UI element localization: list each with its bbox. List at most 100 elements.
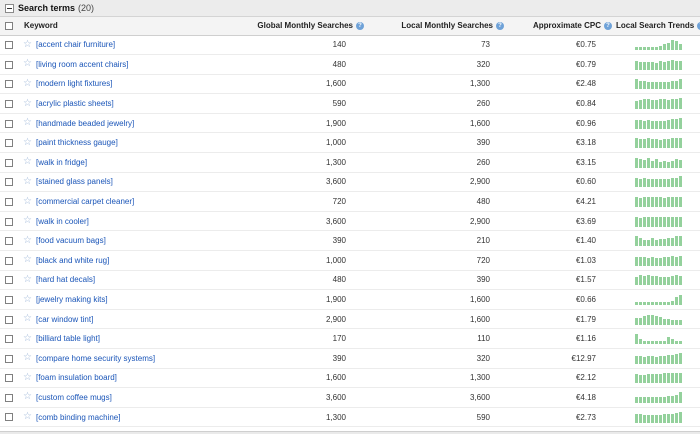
help-icon[interactable]: ? bbox=[496, 22, 504, 31]
column-header-global[interactable]: Global Monthly Searches? bbox=[208, 17, 368, 36]
row-checkbox[interactable] bbox=[5, 158, 13, 167]
row-checkbox[interactable] bbox=[5, 276, 13, 285]
row-checkbox[interactable] bbox=[5, 295, 13, 304]
trend-bar bbox=[662, 216, 666, 227]
keyword-link[interactable]: [accent chair furniture] bbox=[36, 40, 115, 49]
trend-bar bbox=[658, 82, 662, 90]
keyword-link[interactable]: [compare home security systems] bbox=[36, 354, 155, 363]
keyword-cell: ☆ [accent chair furniture] bbox=[18, 35, 208, 55]
keyword-link[interactable]: [modern light fixtures] bbox=[36, 79, 112, 88]
star-icon[interactable]: ☆ bbox=[23, 392, 32, 402]
star-icon[interactable]: ☆ bbox=[23, 353, 32, 363]
keyword-cell: ☆ [living room accent chairs] bbox=[18, 55, 208, 75]
star-icon[interactable]: ☆ bbox=[23, 98, 32, 109]
star-icon[interactable]: ☆ bbox=[23, 216, 32, 226]
star-icon[interactable]: ☆ bbox=[23, 314, 32, 324]
star-icon[interactable]: ☆ bbox=[23, 294, 32, 305]
trend-bar bbox=[650, 47, 654, 51]
table-row: ☆ [accent chair furniture] 140 73 €0.75 bbox=[0, 35, 700, 55]
star-icon[interactable]: ☆ bbox=[23, 118, 32, 128]
trend-bar bbox=[638, 275, 642, 286]
column-header-trends[interactable]: Local Search Trends? bbox=[616, 17, 700, 36]
keyword-link[interactable]: [car window tint] bbox=[36, 315, 93, 324]
star-icon[interactable]: ☆ bbox=[23, 372, 32, 383]
keyword-link[interactable]: [billiard table light] bbox=[36, 334, 100, 343]
row-checkbox[interactable] bbox=[5, 393, 13, 402]
trend-bar bbox=[662, 179, 666, 188]
keyword-link[interactable]: [handmade beaded jewelry] bbox=[36, 119, 134, 128]
row-checkbox[interactable] bbox=[5, 80, 13, 89]
star-icon[interactable]: ☆ bbox=[23, 333, 32, 344]
keyword-link[interactable]: [custom coffee mugs] bbox=[36, 393, 112, 402]
row-checkbox[interactable] bbox=[5, 217, 13, 226]
column-header-keyword[interactable]: Keyword bbox=[18, 17, 208, 36]
star-icon[interactable]: ☆ bbox=[23, 157, 32, 167]
collapse-icon[interactable] bbox=[5, 3, 14, 13]
row-checkbox[interactable] bbox=[5, 119, 13, 128]
keyword-cell: ☆ [hard hat decals] bbox=[18, 270, 208, 290]
keyword-link[interactable]: [acrylic plastic sheets] bbox=[36, 99, 114, 108]
row-checkbox[interactable] bbox=[5, 315, 13, 324]
trend-bar bbox=[654, 276, 658, 286]
star-icon[interactable]: ☆ bbox=[23, 39, 32, 50]
star-icon[interactable]: ☆ bbox=[23, 196, 32, 207]
help-icon[interactable]: ? bbox=[356, 22, 364, 31]
global-searches-cell: 3,600 bbox=[325, 392, 346, 402]
trend-bar bbox=[638, 355, 642, 364]
row-checkbox[interactable] bbox=[5, 374, 13, 383]
help-icon[interactable]: ? bbox=[604, 22, 612, 31]
trend-bar bbox=[642, 47, 646, 51]
keyword-link[interactable]: [foam insulation board] bbox=[36, 373, 117, 382]
row-checkbox[interactable] bbox=[5, 99, 13, 108]
keyword-link[interactable]: [living room accent chairs] bbox=[36, 60, 128, 69]
star-icon[interactable]: ☆ bbox=[23, 176, 32, 187]
row-checkbox[interactable] bbox=[5, 237, 13, 246]
star-icon[interactable]: ☆ bbox=[23, 255, 32, 265]
trend-bar bbox=[658, 414, 662, 423]
keyword-link[interactable]: [jewelry making kits] bbox=[36, 295, 108, 304]
keyword-link[interactable]: [hard hat decals] bbox=[36, 275, 95, 284]
trend-bar bbox=[638, 339, 642, 345]
trend-cell bbox=[616, 270, 700, 290]
select-all-checkbox[interactable] bbox=[5, 22, 13, 31]
trend-bar bbox=[634, 178, 638, 188]
star-icon[interactable]: ☆ bbox=[23, 78, 32, 89]
keyword-link[interactable]: [stained glass panels] bbox=[36, 177, 113, 186]
keyword-link[interactable]: [food vacuum bags] bbox=[36, 236, 106, 245]
star-icon[interactable]: ☆ bbox=[23, 59, 32, 69]
row-checkbox[interactable] bbox=[5, 178, 13, 187]
trend-bar bbox=[674, 158, 678, 168]
keyword-cell: ☆ [commercial carpet cleaner] bbox=[18, 192, 208, 212]
keyword-link[interactable]: [walk in fridge] bbox=[36, 158, 87, 167]
star-icon[interactable]: ☆ bbox=[23, 412, 32, 422]
keyword-link[interactable]: [comb binding machine] bbox=[36, 413, 121, 422]
column-header-trends-label: Local Search Trends bbox=[616, 21, 695, 31]
star-icon[interactable]: ☆ bbox=[23, 274, 32, 285]
star-icon[interactable]: ☆ bbox=[23, 137, 32, 148]
keyword-link[interactable]: [walk in cooler] bbox=[36, 217, 89, 226]
row-select-cell bbox=[0, 368, 18, 388]
trend-bar bbox=[654, 100, 658, 110]
column-header-cpc[interactable]: Approximate CPC? bbox=[508, 17, 616, 36]
local-searches-cell: 260 bbox=[476, 157, 490, 167]
keyword-link[interactable]: [paint thickness gauge] bbox=[36, 138, 118, 147]
row-checkbox[interactable] bbox=[5, 139, 13, 148]
row-checkbox[interactable] bbox=[5, 41, 13, 50]
keyword-link[interactable]: [commercial carpet cleaner] bbox=[36, 197, 134, 206]
row-checkbox[interactable] bbox=[5, 197, 13, 206]
trend-bar bbox=[654, 197, 658, 208]
column-header-local[interactable]: Local Monthly Searches? bbox=[368, 17, 508, 36]
trend-cell bbox=[616, 74, 700, 94]
column-header-cpc-label: Approximate CPC bbox=[532, 21, 601, 31]
row-checkbox[interactable] bbox=[5, 60, 13, 69]
row-checkbox[interactable] bbox=[5, 354, 13, 363]
row-checkbox[interactable] bbox=[5, 256, 13, 265]
row-checkbox[interactable] bbox=[5, 335, 13, 344]
star-icon[interactable]: ☆ bbox=[23, 235, 32, 246]
row-checkbox[interactable] bbox=[5, 413, 13, 422]
keyword-link[interactable]: [black and white rug] bbox=[36, 256, 109, 265]
trend-bar bbox=[658, 316, 662, 325]
trend-bar bbox=[650, 256, 654, 266]
global-searches-cell: 1,600 bbox=[325, 373, 346, 383]
row-select-cell bbox=[0, 388, 18, 408]
